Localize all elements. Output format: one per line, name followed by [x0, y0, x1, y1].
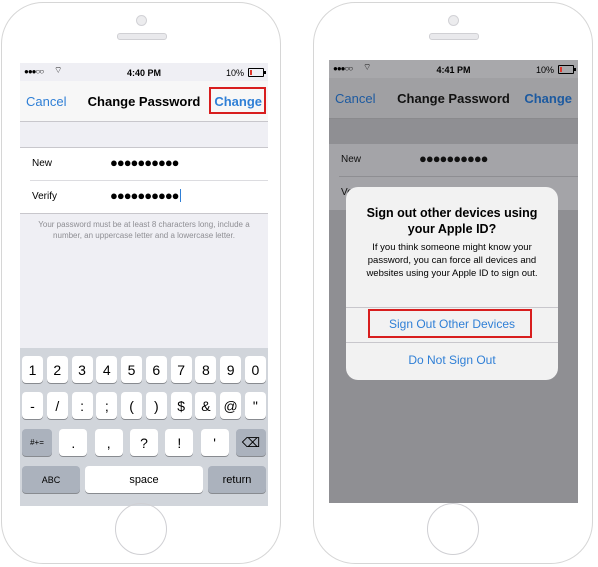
key-hyphen[interactable]: - [22, 392, 43, 419]
navigation-bar-dimmed: Cancel Change Password Change [329, 78, 578, 119]
key-0[interactable]: 0 [244, 356, 266, 383]
new-password-label: New [32, 158, 53, 169]
status-bar: ●●●○○ ⌔ 4:41 PM 10% [329, 60, 578, 78]
text-cursor [179, 189, 182, 202]
numeric-keyboard: 1 2 3 4 5 6 7 8 9 0 - / : ; ( ) $ & @ " … [20, 348, 268, 506]
space-key[interactable]: space [85, 466, 203, 493]
verify-password-row[interactable]: Verify ●●●●●●●●●● [30, 180, 268, 213]
key-quote[interactable]: " [244, 392, 266, 419]
battery-icon [248, 68, 266, 77]
status-bar: ●●●○○ ⌔ 4:40 PM 10% [20, 63, 268, 81]
change-button: Change [524, 91, 572, 106]
key-open-paren[interactable]: ( [121, 392, 143, 419]
keyboard-row-symbols: - / : ; ( ) $ & @ " [22, 392, 266, 419]
key-semicolon[interactable]: ; [96, 392, 118, 419]
key-6[interactable]: 6 [145, 356, 167, 383]
phone-frame-right: ●●●○○ ⌔ 4:41 PM 10% Cancel Change Passwo… [313, 2, 593, 564]
battery-icon [558, 65, 576, 74]
key-7[interactable]: 7 [170, 356, 192, 383]
do-not-sign-out-button[interactable]: Do Not Sign Out [346, 343, 558, 377]
return-key[interactable]: return [208, 466, 266, 493]
change-password-screen: ●●●○○ ⌔ 4:40 PM 10% Cancel Change Passwo… [20, 63, 268, 506]
backspace-icon[interactable]: ⌫ [235, 429, 266, 456]
new-password-field: ●●●●●●●●●● [419, 151, 489, 166]
sign-out-alert: Sign out other devices using your Apple … [346, 187, 558, 380]
key-period[interactable]: . [59, 429, 88, 456]
battery-percent: 10% [535, 65, 554, 75]
phone-frame-left: ●●●○○ ⌔ 4:40 PM 10% Cancel Change Passwo… [1, 2, 281, 564]
speaker-grille [429, 33, 479, 40]
home-button[interactable] [115, 503, 167, 555]
keyboard-row-punctuation: #+= . , ? ! ' ⌫ [22, 429, 266, 456]
battery-percent: 10% [225, 68, 244, 78]
new-password-field[interactable]: ●●●●●●●●●● [110, 155, 180, 170]
key-ampersand[interactable]: & [195, 392, 217, 419]
new-password-row: New ●●●●●●●●●● [329, 144, 578, 176]
key-exclamation[interactable]: ! [165, 429, 194, 456]
sign-out-button-highlight [368, 309, 532, 338]
home-button[interactable] [427, 503, 479, 555]
alert-title: Sign out other devices using your Apple … [366, 206, 538, 236]
key-close-paren[interactable]: ) [145, 392, 167, 419]
key-at[interactable]: @ [220, 392, 242, 419]
keyboard-row-bottom: ABC space return [22, 466, 266, 493]
key-5[interactable]: 5 [121, 356, 143, 383]
verify-password-label: Verify [32, 191, 58, 202]
camera-icon [136, 15, 147, 26]
key-3[interactable]: 3 [71, 356, 93, 383]
keyboard-row-numbers: 1 2 3 4 5 6 7 8 9 0 [22, 356, 266, 383]
key-2[interactable]: 2 [46, 356, 68, 383]
more-symbols-key[interactable]: #+= [22, 429, 52, 456]
key-1[interactable]: 1 [22, 356, 43, 383]
password-requirements-hint: Your password must be at least 8 charact… [38, 220, 250, 240]
key-9[interactable]: 9 [220, 356, 242, 383]
navigation-bar: Cancel Change Password Change [20, 81, 268, 122]
verify-password-field[interactable]: ●●●●●●●●●● [110, 188, 182, 203]
key-comma[interactable]: , [94, 429, 123, 456]
password-form: New ●●●●●●●●●● Verify ●●●●●●●●●● [20, 147, 268, 214]
alert-message: If you think someone might know your pas… [366, 242, 538, 279]
abc-key[interactable]: ABC [22, 466, 80, 493]
key-8[interactable]: 8 [195, 356, 217, 383]
key-question[interactable]: ? [129, 429, 158, 456]
key-dollar[interactable]: $ [170, 392, 192, 419]
key-colon[interactable]: : [71, 392, 93, 419]
speaker-grille [117, 33, 167, 40]
change-button-highlight [209, 87, 266, 114]
new-password-row[interactable]: New ●●●●●●●●●● [20, 148, 268, 180]
sign-out-alert-screen: ●●●○○ ⌔ 4:41 PM 10% Cancel Change Passwo… [329, 60, 578, 503]
new-password-label: New [341, 154, 362, 165]
camera-icon [448, 15, 459, 26]
key-apostrophe[interactable]: ' [200, 429, 229, 456]
key-slash[interactable]: / [46, 392, 68, 419]
key-4[interactable]: 4 [96, 356, 118, 383]
